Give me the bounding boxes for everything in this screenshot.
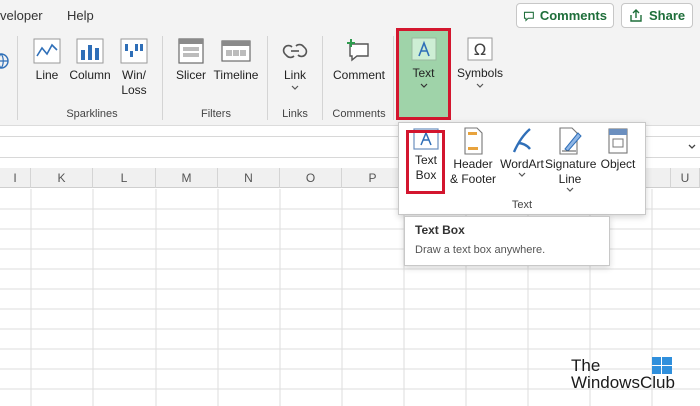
separator: [17, 36, 18, 120]
column-header[interactable]: M: [156, 168, 218, 188]
comments-button[interactable]: Comments: [516, 3, 614, 28]
header-footer-label-1: Header: [453, 157, 493, 171]
text-icon: [411, 37, 436, 61]
column-header[interactable]: U: [670, 168, 700, 188]
link-icon: [282, 43, 308, 59]
column-header[interactable]: I: [0, 168, 31, 188]
line-sparkline-icon: [33, 38, 61, 64]
links-group-label: Links: [282, 108, 308, 120]
svg-text:Ω: Ω: [474, 40, 486, 59]
sparkline-winloss-button[interactable]: Win/ Loss: [116, 38, 152, 98]
ribbon: Line Column Win/ Loss Sparklines Slicer …: [0, 28, 700, 126]
sparkline-line-label: Line: [35, 68, 59, 82]
tooltip-description: Draw a text box anywhere.: [415, 244, 546, 256]
signature-line-icon: [559, 127, 582, 155]
signature-line-label-2-text: Line: [558, 172, 582, 186]
text-dropdown-menu: Text Box Header & Footer WordArt Signatu…: [398, 122, 646, 215]
wordart-icon: [512, 128, 531, 153]
separator: [267, 36, 268, 120]
link-button[interactable]: Link: [276, 38, 314, 95]
sparkline-line-button[interactable]: Line: [30, 38, 64, 83]
windows-logo-icon: [652, 357, 672, 374]
text-box-red-outline: [406, 130, 445, 194]
chevron-down-icon: [518, 172, 526, 177]
comment-label: Comment: [332, 68, 385, 82]
wordart-label: WordArt: [500, 157, 544, 171]
symbols-label: Symbols: [456, 66, 503, 80]
symbols-button[interactable]: Ω Symbols: [455, 36, 505, 93]
watermark-line-2: WindowsClub: [571, 373, 675, 392]
slicer-label: Slicer: [175, 68, 206, 82]
tab-developer[interactable]: veloper: [0, 8, 43, 23]
share-button-label: Share: [649, 8, 686, 23]
new-comment-icon: [347, 39, 369, 62]
text-button[interactable]: Text: [399, 36, 448, 93]
header-footer-label-2: & Footer: [449, 172, 497, 186]
comments-group-label: Comments: [332, 108, 386, 120]
tab-help[interactable]: Help: [67, 8, 94, 23]
header-footer-icon: [464, 127, 483, 155]
new-comment-button[interactable]: Comment: [330, 38, 388, 83]
share-button[interactable]: Share: [621, 3, 693, 28]
text-box-tooltip: Text Box Draw a text box anywhere.: [404, 216, 610, 266]
chevron-down-icon: [291, 85, 299, 90]
sparkline-winloss-label-1: Win/: [122, 68, 146, 82]
link-label: Link: [283, 68, 306, 82]
slicer-button[interactable]: Slicer: [172, 38, 210, 83]
wordart-button[interactable]: WordArt: [499, 127, 545, 180]
chevron-down-icon: [420, 83, 427, 88]
object-icon: [608, 128, 628, 154]
sparkline-winloss-label-2: Loss: [121, 83, 147, 97]
timeline-button[interactable]: Timeline: [212, 38, 260, 83]
column-header[interactable]: P: [342, 168, 404, 188]
globe-icon: [0, 53, 9, 69]
signature-line-label-1: Signature: [545, 157, 597, 171]
sparkline-column-label: Column: [69, 68, 111, 82]
separator: [322, 36, 323, 120]
slicer-icon: [178, 38, 204, 64]
comments-button-label: Comments: [539, 8, 607, 23]
text-group-label: Text: [511, 199, 533, 211]
timeline-label: Timeline: [213, 68, 259, 82]
signature-line-label-2: Line: [545, 172, 595, 193]
filters-group-label: Filters: [201, 108, 231, 120]
object-button[interactable]: Object: [596, 127, 640, 172]
separator: [162, 36, 163, 120]
share-icon: [630, 8, 642, 22]
column-header[interactable]: K: [31, 168, 93, 188]
partial-globe-button[interactable]: [0, 52, 10, 74]
column-header[interactable]: O: [280, 168, 342, 188]
text-label: Text: [412, 66, 435, 80]
column-header[interactable]: N: [218, 168, 280, 188]
header-footer-button[interactable]: Header & Footer: [449, 127, 497, 187]
sparkline-column-button[interactable]: Column: [68, 38, 112, 83]
winloss-sparkline-icon: [120, 38, 148, 64]
formula-expand-icon[interactable]: [688, 143, 696, 151]
omega-icon: Ω: [467, 37, 493, 61]
sparklines-group-label: Sparklines: [66, 108, 118, 120]
chevron-down-icon: [566, 187, 574, 192]
column-header[interactable]: L: [93, 168, 156, 188]
timeline-icon: [221, 40, 251, 62]
object-label: Object: [600, 157, 636, 171]
signature-line-button[interactable]: Signature Line: [545, 127, 597, 195]
tooltip-title: Text Box: [415, 223, 465, 237]
column-sparkline-icon: [76, 38, 104, 64]
comment-icon: [523, 11, 534, 22]
separator: [393, 36, 394, 120]
chevron-down-icon: [476, 83, 484, 88]
